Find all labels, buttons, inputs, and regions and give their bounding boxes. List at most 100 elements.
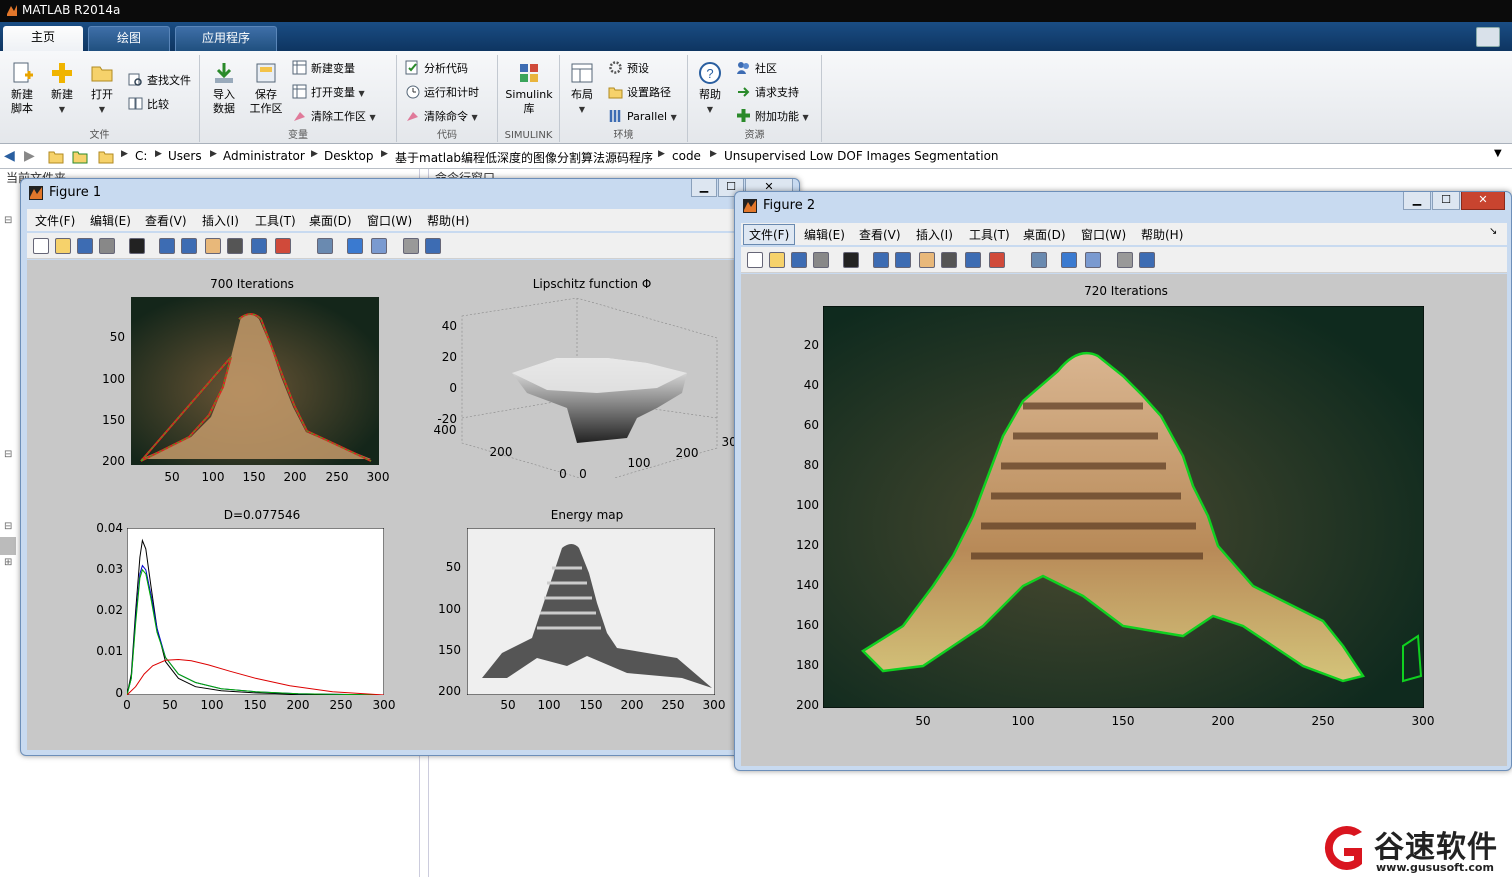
brush-icon[interactable] — [989, 252, 1005, 268]
help-search-icon[interactable] — [1476, 27, 1500, 47]
link-icon[interactable] — [317, 238, 333, 254]
colorbar-icon[interactable] — [347, 238, 363, 254]
show-tools-icon[interactable] — [425, 238, 441, 254]
tick-label: 400 — [433, 423, 457, 437]
tree-collapse-icon[interactable]: ⊟ — [4, 449, 12, 460]
figure1-window[interactable]: Figure 1 ▁ ☐ ✕ 文件(F) 编辑(E) 查看(V) 插入(I) 工… — [20, 178, 800, 756]
minimize-button[interactable]: ▁ — [1403, 192, 1431, 210]
compare-button[interactable]: 比较 — [128, 95, 169, 115]
breadcrumb-administrator[interactable]: Administrator — [223, 149, 305, 163]
tree-collapse-icon[interactable]: ⊟ — [4, 521, 12, 532]
tab-home[interactable]: 主页 — [3, 26, 83, 51]
tree-collapse-icon[interactable]: ⊟ — [4, 215, 12, 226]
clear-workspace-button[interactable]: 清除工作区 ▼ — [292, 107, 376, 127]
menu-insert[interactable]: 插入(I) — [916, 226, 953, 243]
menu-tools[interactable]: 工具(T) — [255, 212, 296, 229]
rotate-icon[interactable] — [941, 252, 957, 268]
up-folder-icon[interactable] — [48, 149, 64, 164]
data-cursor-icon[interactable] — [965, 252, 981, 268]
new-variable-button[interactable]: 新建变量 — [292, 59, 355, 79]
hide-tools-icon[interactable] — [403, 238, 419, 254]
menu-edit[interactable]: 编辑(E) — [804, 226, 845, 243]
breadcrumb-c[interactable]: C: — [135, 149, 147, 163]
tick-label: 100 — [627, 456, 651, 470]
tree-expand-icon[interactable]: ⊞ — [4, 557, 12, 568]
legend-icon[interactable] — [371, 238, 387, 254]
print-icon[interactable] — [99, 238, 115, 254]
breadcrumb-current[interactable]: Unsupervised Low DOF Images Segmentation — [724, 149, 999, 163]
open-button[interactable]: 打开 ▼ — [84, 59, 120, 117]
minimize-button[interactable]: ▁ — [691, 179, 717, 197]
back-icon[interactable]: ◀ — [4, 148, 15, 164]
hide-tools-icon[interactable] — [1117, 252, 1133, 268]
open-variable-button[interactable]: 打开变量 ▼ — [292, 83, 365, 103]
request-support-button[interactable]: 请求支持 — [736, 83, 799, 103]
brush-icon[interactable] — [275, 238, 291, 254]
new-button[interactable]: 新建 ▼ — [44, 59, 80, 117]
breadcrumb-code[interactable]: code — [672, 149, 701, 163]
set-path-button[interactable]: 设置路径 — [608, 83, 671, 103]
show-tools-icon[interactable] — [1139, 252, 1155, 268]
open-file-icon[interactable] — [769, 252, 785, 268]
zoom-in-icon[interactable] — [159, 238, 175, 254]
menu-window[interactable]: 窗口(W) — [367, 212, 412, 229]
maximize-button[interactable]: ☐ — [1432, 192, 1460, 210]
menu-insert[interactable]: 插入(I) — [202, 212, 239, 229]
menu-tools[interactable]: 工具(T) — [969, 226, 1010, 243]
community-button[interactable]: 社区 — [736, 59, 777, 79]
figure2-window[interactable]: Figure 2 ▁ ☐ ✕ 文件(F) 编辑(E) 查看(V) 插入(I) 工… — [734, 191, 1512, 771]
data-cursor-icon[interactable] — [251, 238, 267, 254]
new-script-button[interactable]: 新建 脚本 — [4, 59, 40, 116]
zoom-out-icon[interactable] — [181, 238, 197, 254]
save-icon[interactable] — [791, 252, 807, 268]
tab-plots[interactable]: 绘图 — [88, 26, 170, 51]
breadcrumb-project[interactable]: 基于matlab编程低深度的图像分割算法源码程序 — [395, 149, 653, 166]
browse-folder-icon[interactable] — [72, 149, 88, 164]
rotate-icon[interactable] — [227, 238, 243, 254]
breadcrumb-users[interactable]: Users — [168, 149, 202, 163]
layout-button[interactable]: 布局 ▼ — [564, 59, 600, 117]
breadcrumb-desktop[interactable]: Desktop — [324, 149, 374, 163]
save-workspace-button[interactable]: 保存 工作区 — [246, 59, 286, 116]
menu-view[interactable]: 查看(V) — [859, 226, 901, 243]
print-icon[interactable] — [813, 252, 829, 268]
help-button[interactable]: ? 帮助 ▼ — [692, 59, 728, 117]
menu-file[interactable]: 文件(F) — [35, 212, 75, 229]
pan-icon[interactable] — [919, 252, 935, 268]
open-file-icon[interactable] — [55, 238, 71, 254]
save-icon[interactable] — [77, 238, 93, 254]
menu-desktop[interactable]: 桌面(D) — [1023, 226, 1066, 243]
clear-commands-button[interactable]: 清除命令 ▼ — [405, 107, 478, 127]
address-dropdown-icon[interactable]: ▼ — [1494, 148, 1502, 159]
link-icon[interactable] — [1031, 252, 1047, 268]
forward-icon[interactable]: ▶ — [24, 148, 35, 164]
plot1-title: 700 Iterations — [210, 277, 294, 291]
dock-arrow-icon[interactable]: ↘ — [1489, 226, 1497, 237]
new-figure-icon[interactable] — [747, 252, 763, 268]
find-files-button[interactable]: 查找文件 — [128, 71, 191, 91]
menu-help[interactable]: 帮助(H) — [427, 212, 469, 229]
run-and-time-button[interactable]: 运行和计时 — [405, 83, 479, 103]
pointer-icon[interactable] — [129, 238, 145, 254]
simulink-library-button[interactable]: Simulink 库 — [504, 59, 554, 116]
menu-desktop[interactable]: 桌面(D) — [309, 212, 352, 229]
tab-apps[interactable]: 应用程序 — [175, 26, 277, 51]
pan-icon[interactable] — [205, 238, 221, 254]
colorbar-icon[interactable] — [1061, 252, 1077, 268]
menu-edit[interactable]: 编辑(E) — [90, 212, 131, 229]
analyze-code-button[interactable]: 分析代码 — [405, 59, 468, 79]
menu-window[interactable]: 窗口(W) — [1081, 226, 1126, 243]
import-data-button[interactable]: 导入 数据 — [204, 59, 244, 116]
close-button[interactable]: ✕ — [1461, 192, 1505, 210]
legend-icon[interactable] — [1085, 252, 1101, 268]
parallel-button[interactable]: Parallel ▼ — [608, 107, 677, 127]
pointer-icon[interactable] — [843, 252, 859, 268]
menu-help[interactable]: 帮助(H) — [1141, 226, 1183, 243]
preferences-button[interactable]: 预设 — [608, 59, 649, 79]
menu-view[interactable]: 查看(V) — [145, 212, 187, 229]
zoom-out-icon[interactable] — [895, 252, 911, 268]
add-ons-button[interactable]: 附加功能 ▼ — [736, 107, 809, 127]
zoom-in-icon[interactable] — [873, 252, 889, 268]
new-figure-icon[interactable] — [33, 238, 49, 254]
menu-file[interactable]: 文件(F) — [743, 224, 796, 245]
